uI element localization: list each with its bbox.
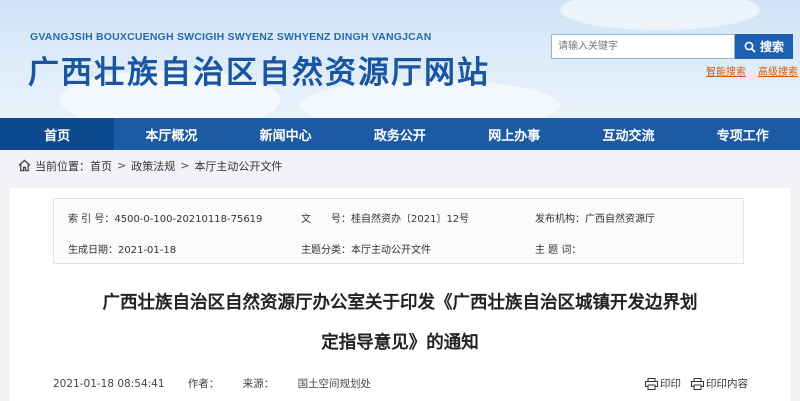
meta-subject-label: 主 题 词： xyxy=(535,245,582,256)
site-header: GVANGJSIH BOUXCUENGH SWCIGIH SWYENZ SWHY… xyxy=(0,0,800,118)
meta-publisher: 发布机构：广西自然资源厅 xyxy=(535,210,655,225)
print-actions: 印印 印印内容 xyxy=(645,376,748,391)
print-content-label: 印印内容 xyxy=(706,378,748,390)
meta-docno-label: 文 号： xyxy=(301,214,351,225)
search-links: 智能搜索 高级搜索 xyxy=(706,63,798,78)
article-info-bar: 2021-01-18 08:54:41 作者： 来源： 国土空间规划处 印印 印… xyxy=(53,376,748,391)
search-button[interactable]: 搜索 xyxy=(735,34,793,59)
site-subtitle: GVANGJSIH BOUXCUENGH SWCIGIH SWYENZ SWHY… xyxy=(30,31,432,43)
breadcrumb-label: 当前位置： xyxy=(35,159,90,173)
article-author-label: 作者： xyxy=(187,378,220,390)
meta-docno-value: 桂自然资办〔2021〕12号 xyxy=(351,214,470,225)
nav-item-home[interactable]: 首页 xyxy=(0,118,115,150)
site-title[interactable]: 广西壮族自治区自然资源厅网站 xyxy=(28,47,490,92)
search-button-label: 搜索 xyxy=(759,40,784,54)
advanced-search-link[interactable]: 高级搜索 xyxy=(758,63,798,78)
breadcrumb-separator: > xyxy=(117,159,127,172)
header-decoration xyxy=(560,0,760,30)
breadcrumb-item-policy[interactable]: 政策法规 xyxy=(131,158,175,174)
meta-index: 索 引 号：4500-0-100-20210118-75619 xyxy=(68,210,262,225)
search-input[interactable] xyxy=(551,34,735,59)
article-source-label: 来源： xyxy=(242,378,275,390)
article-title-line: 定指导意见》的通知 xyxy=(321,333,479,353)
nav-item-interaction[interactable]: 互动交流 xyxy=(571,118,685,150)
nav-item-government-affairs[interactable]: 政务公开 xyxy=(343,118,457,150)
meta-date-value: 2021-01-18 xyxy=(118,245,177,256)
meta-publisher-label: 发布机构： xyxy=(535,214,585,225)
article-title: 广西壮族自治区自然资源厅办公室关于印发《广西壮族自治区城镇开发边界划 定指导意见… xyxy=(10,283,790,363)
breadcrumb-item-documents[interactable]: 本厅主动公开文件 xyxy=(194,158,282,174)
meta-index-label: 索 引 号： xyxy=(68,214,115,225)
article-card: 索 引 号：4500-0-100-20210118-75619 文 号：桂自然资… xyxy=(10,188,790,401)
nav-item-news[interactable]: 新闻中心 xyxy=(229,118,343,150)
nav-item-special-work[interactable]: 专项工作 xyxy=(686,118,800,150)
article-title-line: 广西壮族自治区自然资源厅办公室关于印发《广西壮族自治区城镇开发边界划 xyxy=(102,293,698,313)
meta-category-label: 主题分类： xyxy=(301,245,351,256)
document-meta-table: 索 引 号：4500-0-100-20210118-75619 文 号：桂自然资… xyxy=(53,198,744,264)
nav-item-online-services[interactable]: 网上办事 xyxy=(457,118,571,150)
meta-publisher-value: 广西自然资源厅 xyxy=(585,214,655,225)
printer-icon xyxy=(691,377,704,390)
smart-search-link[interactable]: 智能搜索 xyxy=(706,63,746,78)
print-button[interactable]: 印印 xyxy=(645,376,681,391)
home-icon xyxy=(18,159,31,172)
search-icon xyxy=(744,41,756,53)
printer-icon xyxy=(645,377,658,390)
print-label: 印印 xyxy=(660,378,681,390)
breadcrumb: 当前位置： 首页 > 政策法规 > 本厅主动公开文件 xyxy=(0,150,800,181)
article-source-value: 国土空间规划处 xyxy=(297,378,372,390)
meta-date: 生成日期：2021-01-18 xyxy=(68,241,176,256)
print-content-button[interactable]: 印印内容 xyxy=(691,376,748,391)
nav-item-overview[interactable]: 本厅概况 xyxy=(114,118,228,150)
meta-category-value: 本厅主动公开文件 xyxy=(351,245,431,256)
meta-category: 主题分类：本厅主动公开文件 xyxy=(301,241,431,256)
article-info: 2021-01-18 08:54:41 作者： 来源： 国土空间规划处 xyxy=(53,376,748,391)
article-source: 来源： 国土空间规划处 xyxy=(243,378,391,390)
breadcrumb-separator: > xyxy=(180,159,190,172)
meta-date-label: 生成日期： xyxy=(68,245,118,256)
meta-docno: 文 号：桂自然资办〔2021〕12号 xyxy=(301,210,469,225)
meta-index-value: 4500-0-100-20210118-75619 xyxy=(114,214,263,225)
meta-subject: 主 题 词： xyxy=(535,241,581,256)
main-nav: 首页 本厅概况 新闻中心 政务公开 网上办事 互动交流 专项工作 xyxy=(0,118,800,150)
breadcrumb-item-home[interactable]: 首页 xyxy=(90,158,112,174)
article-datetime: 2021-01-18 08:54:41 xyxy=(53,378,165,390)
